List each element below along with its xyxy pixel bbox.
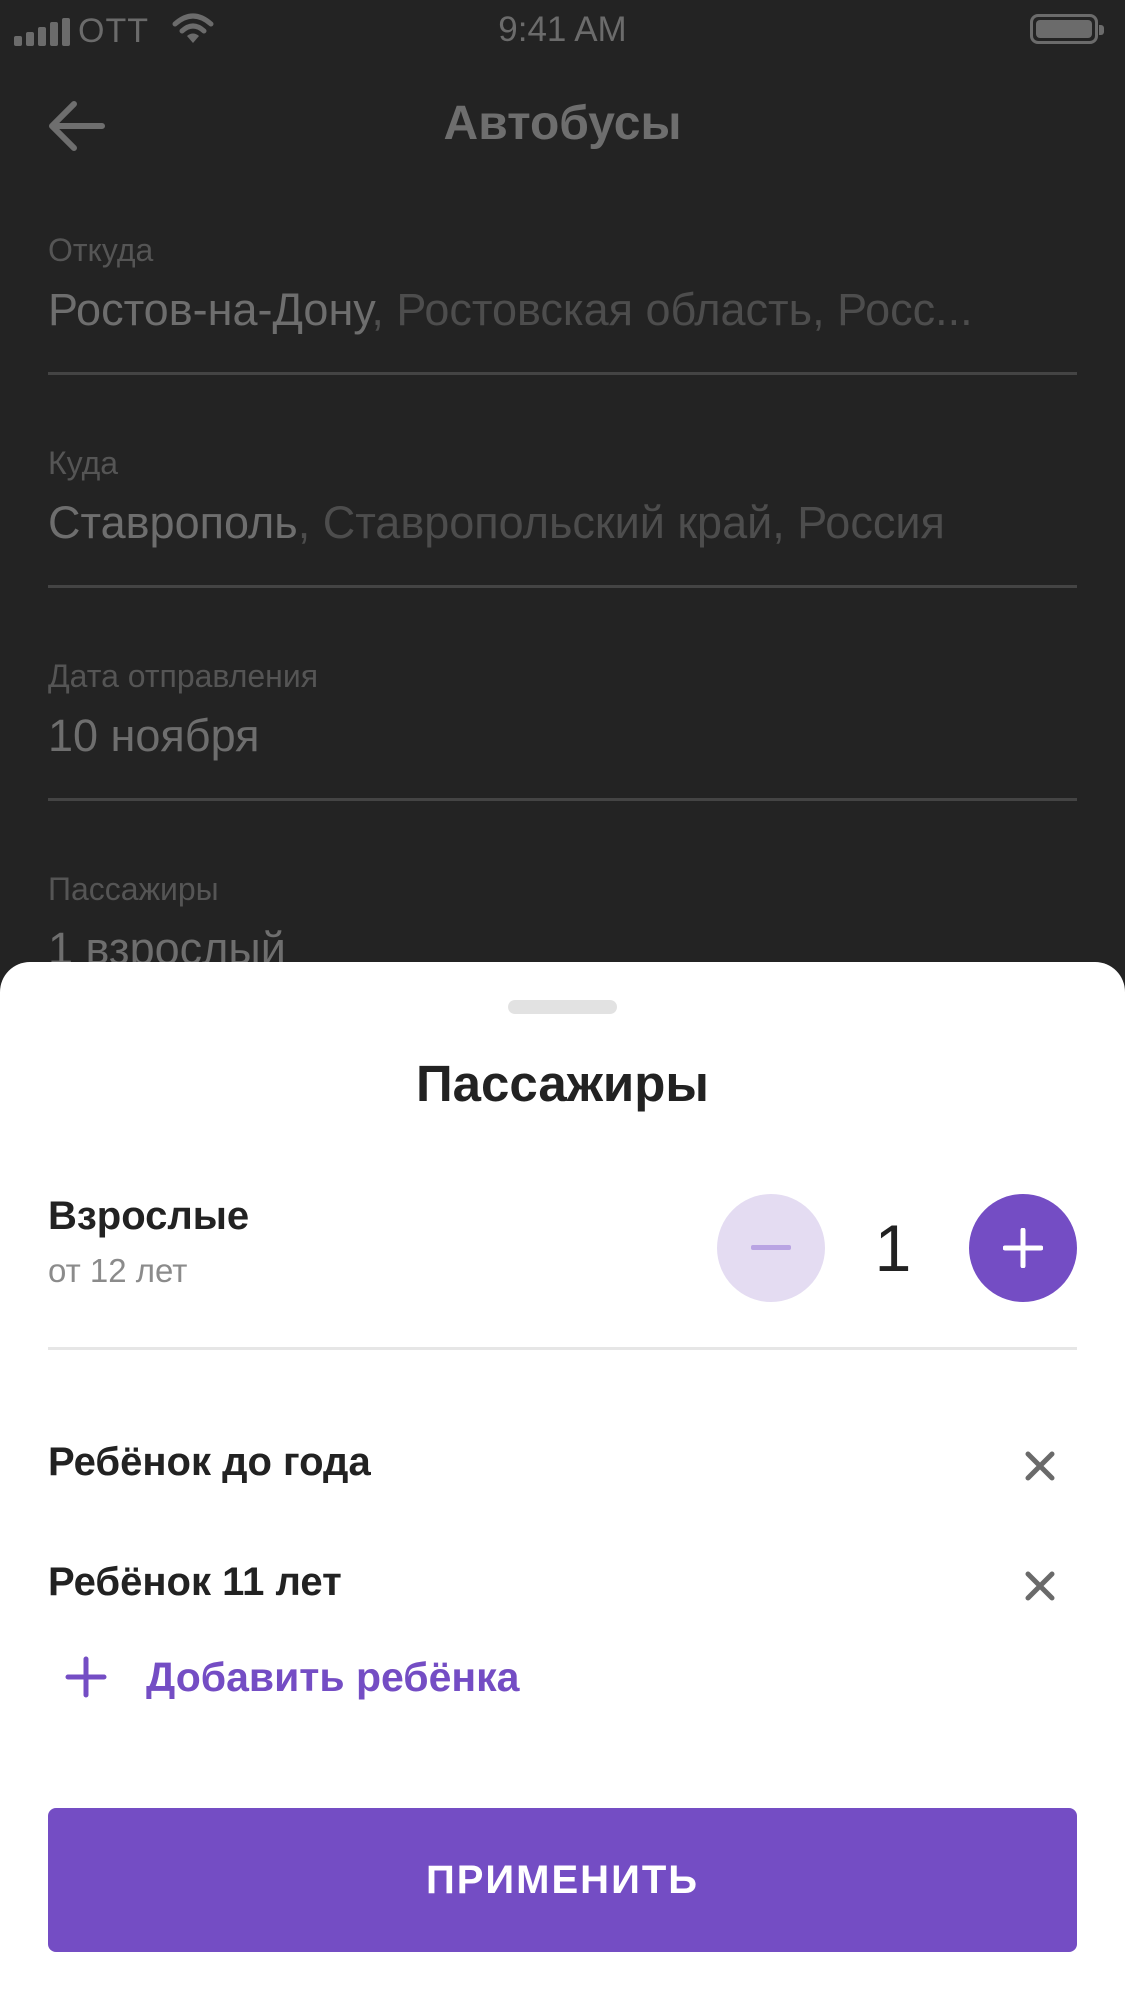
battery-icon xyxy=(1030,14,1104,44)
decrease-adults-button[interactable] xyxy=(717,1194,825,1302)
divider xyxy=(48,372,1077,375)
child-row: Ребёнок до года xyxy=(48,1430,1077,1500)
close-icon xyxy=(1025,1571,1055,1601)
from-region: , Ростовская область, Росс... xyxy=(371,284,973,335)
remove-child-button[interactable] xyxy=(1018,1444,1062,1488)
to-region: , Ставропольский край, Россия xyxy=(297,497,945,548)
from-value: Ростов-на-Дону, Ростовская область, Росс… xyxy=(48,284,1077,336)
date-value: 10 ноября xyxy=(48,710,260,761)
to-field[interactable]: Куда Ставрополь, Ставропольский край, Ро… xyxy=(48,445,1077,625)
add-child-label: Добавить ребёнка xyxy=(146,1653,520,1700)
page-title: Автобусы xyxy=(443,97,682,150)
plus-icon xyxy=(48,1654,120,1700)
increase-adults-button[interactable] xyxy=(969,1194,1077,1302)
sheet-title: Пассажиры xyxy=(416,1055,709,1112)
minus-icon xyxy=(751,1245,791,1250)
close-icon xyxy=(1025,1451,1055,1481)
child-row: Ребёнок 11 лет xyxy=(48,1550,1077,1620)
apply-label: ПРИМЕНИТЬ xyxy=(426,1857,699,1902)
to-city: Ставрополь xyxy=(48,497,298,548)
add-child-button[interactable]: Добавить ребёнка xyxy=(48,1642,648,1712)
adults-label: Взрослые xyxy=(48,1194,250,1238)
sheet-grabber[interactable] xyxy=(508,1000,617,1014)
status-time: 9:41 AM xyxy=(498,10,627,49)
divider xyxy=(48,585,1077,588)
adults-count: 1 xyxy=(874,1211,912,1285)
child-label: Ребёнок до года xyxy=(48,1440,371,1484)
adults-row: Взрослые от 12 лет 1 xyxy=(48,1194,1077,1344)
child-label: Ребёнок 11 лет xyxy=(48,1560,342,1604)
nav-bar: Автобусы xyxy=(0,80,1125,170)
from-city: Ростов-на-Дону xyxy=(48,284,372,335)
apply-button[interactable]: ПРИМЕНИТЬ xyxy=(48,1808,1077,1952)
date-label: Дата отправления xyxy=(48,658,319,694)
to-label: Куда xyxy=(48,445,119,481)
plus-icon xyxy=(1003,1228,1043,1268)
status-bar: OTT 9:41 AM xyxy=(0,0,1125,60)
divider xyxy=(48,1347,1077,1350)
passengers-sheet: Пассажиры Взрослые от 12 лет 1 Ребёнок д… xyxy=(0,962,1125,2001)
adults-age-hint: от 12 лет xyxy=(48,1252,188,1289)
from-label: Откуда xyxy=(48,232,154,268)
to-value: Ставрополь, Ставропольский край, Россия xyxy=(48,497,1077,549)
date-field[interactable]: Дата отправления 10 ноября xyxy=(48,658,1077,838)
remove-child-button[interactable] xyxy=(1018,1564,1062,1608)
divider xyxy=(48,798,1077,801)
from-field[interactable]: Откуда Ростов-на-Дону, Ростовская област… xyxy=(48,232,1077,412)
passengers-label: Пассажиры xyxy=(48,871,219,907)
